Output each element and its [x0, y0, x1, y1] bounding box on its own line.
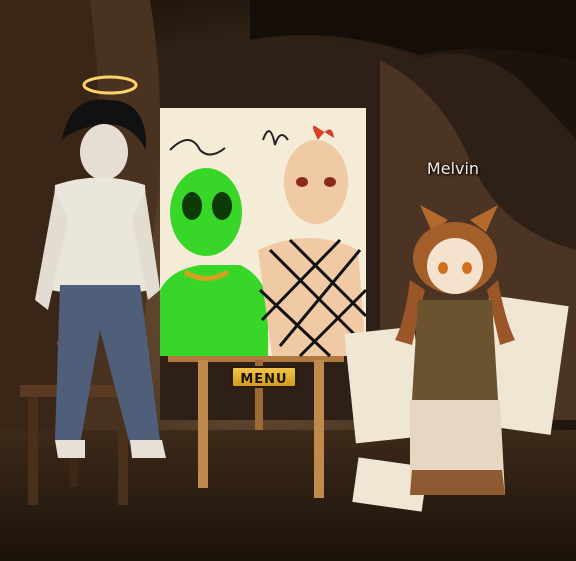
- menu-button[interactable]: MENU: [231, 366, 297, 388]
- player-name-tag: Melvin: [426, 159, 480, 178]
- halo-icon: [82, 75, 138, 95]
- characters-and-props: [20, 75, 569, 512]
- game-scene: Melvin MENU: [0, 0, 576, 561]
- left-avatar[interactable]: [35, 75, 166, 458]
- painting-canvas: [160, 108, 368, 358]
